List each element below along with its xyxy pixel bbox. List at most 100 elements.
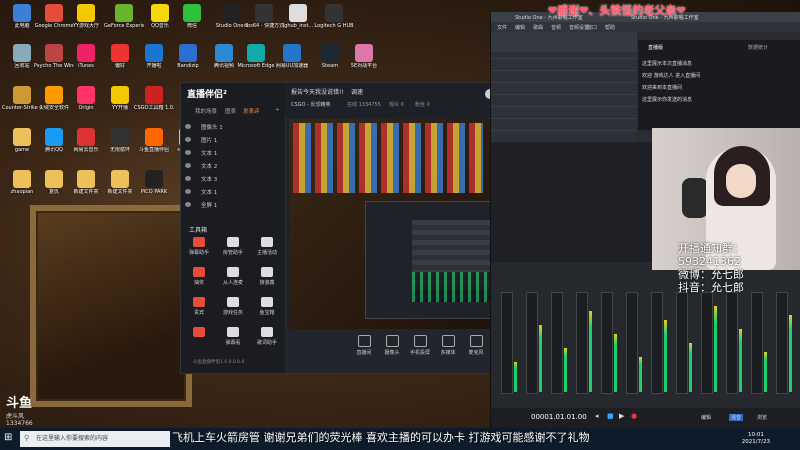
level-meter [614,334,617,392]
tool-item[interactable]: 抽奖 [185,267,213,286]
app-icon [77,128,95,146]
desktop-icon[interactable]: CSGO工具箱 1.0.2 (1) [134,86,174,111]
play-icon[interactable]: ▶ [619,412,624,420]
tool-item[interactable]: 弹幕看 [219,327,247,346]
level-meter [714,306,717,392]
scene-row[interactable]: 全屏 1 [181,199,285,211]
desktop-icon[interactable]: Microsoft Edge [236,44,276,69]
eye-icon[interactable] [185,202,191,207]
tab-my-scenes[interactable]: 我的场景 [195,107,217,115]
tool-item[interactable]: 游戏任务 [219,297,247,316]
scene-row[interactable]: 文本 3 [181,173,285,185]
stream-tag[interactable]: 调速 [351,87,363,96]
daw-menu-item[interactable]: 窗口 [587,24,597,31]
desktop-icon[interactable]: 微信 [172,4,212,29]
scene-row[interactable]: 文本 1 [181,147,285,159]
record-icon[interactable]: ● [631,412,637,420]
game-category[interactable]: CSGO - 反恐精英 [291,101,330,108]
stat-online: 在线 1334755 [347,102,381,108]
daw-menu-item[interactable]: 帮助 [605,24,615,31]
daw-menu-item[interactable]: 音频设置 [569,24,589,31]
tool-item[interactable]: 贵宾 [185,297,213,316]
mixer-fader[interactable] [551,292,563,394]
tool-item[interactable] [185,327,213,339]
desktop-icon[interactable]: Logitech G HUB [314,4,354,29]
desktop-icon[interactable]: Bandizip [168,44,208,69]
douyu-sub: 虎斗风 [6,413,25,420]
bottom-bar-button[interactable]: 直播间 [349,335,379,356]
scene-name: 全屏 1 [201,203,218,209]
thanks-banner: ❤感谢❤、头铁怪的老父亲❤ [548,4,686,17]
mixer-fader[interactable] [626,292,638,394]
desktop-icon[interactable]: 网易UU加速器 [272,44,312,69]
eye-icon[interactable] [185,124,191,129]
douyu-logo: 斗鱼 虎斗风 1334766 [6,392,58,427]
bottom-bar-label: 摄像头 [384,350,400,356]
mixer-fader[interactable] [526,292,538,394]
taskbar-search-input[interactable]: 在这里输入你要搜索的内容 [20,431,170,447]
tool-item[interactable]: 接滚鑫 [253,267,281,286]
app-icon [289,4,307,22]
mixer-fader[interactable] [651,292,663,394]
tool-icon [193,297,205,307]
bottom-bar-button[interactable]: 摄像头 [377,335,407,356]
desktop-icon[interactable]: GeForce Experience [104,4,144,29]
daw-tab-edit[interactable]: 编辑 [701,414,711,421]
eye-icon[interactable] [185,163,191,168]
bottom-bar-button[interactable]: 多媒体 [433,335,463,356]
windows-start-icon[interactable]: ⊞ [4,432,12,443]
scene-row[interactable]: 图片 1 [181,134,285,146]
mixer-fader[interactable] [701,292,713,394]
add-scene-button[interactable]: + [275,107,280,113]
desktop-icon[interactable]: lghub_inst... [278,4,318,29]
bottom-bar-button[interactable]: 手机投屏 [405,335,435,356]
scene-row[interactable]: 文本 1 [181,186,285,198]
tab-charts[interactable]: 图表 [225,107,236,115]
tool-label: 接滚鑫 [259,280,275,286]
daw-menu-item[interactable]: 文件 [497,24,507,31]
mixer-fader[interactable] [726,292,738,394]
eye-icon[interactable] [185,150,191,155]
tool-item[interactable]: 房管助手 [219,237,247,256]
eye-icon[interactable] [185,189,191,194]
tool-item[interactable]: 主播活动 [253,237,281,256]
chat-tab-stats[interactable]: 数据统计 [748,44,768,51]
clock-date: 2021/7/23 [741,439,770,445]
mixer-fader[interactable] [776,292,788,394]
desktop-icon[interactable]: 5E对战平台 [344,44,384,69]
tab-publish[interactable]: 发表评 [243,107,260,115]
daw-tab-browse[interactable]: 浏览 [757,414,767,421]
desktop-icon[interactable]: PICO PARK [134,170,174,195]
tool-label: 游戏任务 [222,310,243,316]
mixer-fader[interactable] [601,292,613,394]
rewind-icon[interactable]: ◂ [595,412,599,420]
mixer-fader[interactable] [501,292,513,394]
eye-icon[interactable] [185,176,191,181]
desktop-icon[interactable]: YY游戏大厅 [66,4,106,29]
eye-icon[interactable] [185,137,191,142]
tool-item[interactable]: 鱼宝箱 [253,297,281,316]
app-icon [111,128,129,146]
tool-icon [227,297,239,307]
daw-menu-item[interactable]: 音频 [551,24,561,31]
mixer-fader[interactable] [751,292,763,394]
app-icon [111,44,129,62]
taskbar-clock[interactable]: 10:01 2021/7/23 [742,432,770,446]
mixer-fader[interactable] [576,292,588,394]
fan-group: 开播通知群：593241362 [678,242,744,268]
scene-row[interactable]: 文本 2 [181,160,285,172]
tool-item[interactable]: 弹幕助手 [185,237,213,256]
stop-icon[interactable]: ■ [607,412,614,420]
chat-tab-live[interactable]: 直播版 [648,44,663,51]
stream-title[interactable]: 报告今天我没说错!! [291,87,344,96]
clock-time: 10:01 [747,432,764,438]
daw-menu-item[interactable]: 编辑 [515,24,525,31]
bottom-bar-label: 多媒体 [440,350,456,356]
tool-item[interactable]: 从人连麦 [219,267,247,286]
tool-item[interactable]: 歌词助手 [253,327,281,346]
daw-menu-item[interactable]: 歌曲 [533,24,543,31]
mixer-fader[interactable] [676,292,688,394]
scene-row[interactable]: 图像头 1 [181,121,285,133]
bottom-bar-button[interactable]: 麦克风 [461,335,491,356]
daw-tab-mix[interactable]: 混音 [729,414,744,421]
